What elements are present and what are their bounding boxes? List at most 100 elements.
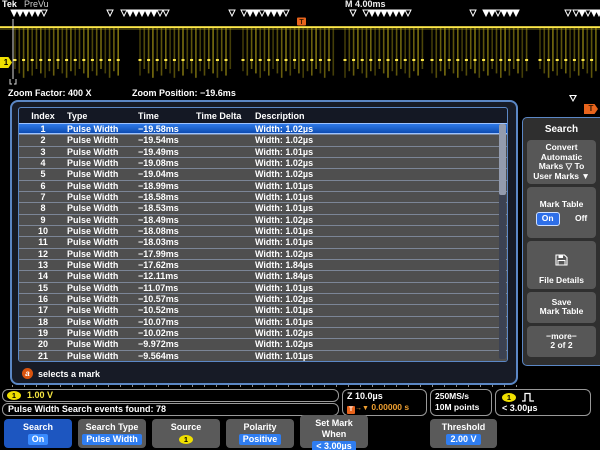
floppy-disk-icon	[555, 254, 568, 266]
table-scrollbar[interactable]	[499, 124, 506, 359]
footer-hint-text: selects a mark	[38, 369, 100, 379]
search-mark-triangles	[11, 10, 600, 16]
table-row[interactable]: 5Pulse Width−19.04msWidth: 1.02µs	[19, 168, 507, 179]
polarity-value: Positive	[239, 434, 282, 445]
table-row[interactable]: 18Pulse Width−10.07msWidth: 1.01µs	[19, 316, 507, 327]
waveform-high-level	[0, 26, 600, 28]
mark-table-off-option[interactable]: Off	[575, 214, 587, 224]
table-row[interactable]: 19Pulse Width−10.02msWidth: 1.02µs	[19, 327, 507, 338]
table-row[interactable]: 20Pulse Width−9.972msWidth: 1.02µs	[19, 338, 507, 349]
cell-time: −18.08ms	[138, 226, 196, 236]
set-mark-when-value: < 3.00µs	[312, 441, 355, 450]
cell-index: 19	[19, 328, 67, 338]
cell-type: Pulse Width	[67, 249, 138, 259]
cell-time: −19.54ms	[138, 135, 196, 145]
table-row[interactable]: 1Pulse Width−19.58msWidth: 1.02µs	[19, 123, 507, 134]
cell-desc: Width: 1.01µs	[255, 317, 507, 327]
save-mark-table-button[interactable]: Save Mark Table	[527, 292, 596, 323]
cell-type: Pulse Width	[67, 260, 138, 270]
source-channel-badge-icon: 1	[179, 435, 193, 444]
table-row[interactable]: 8Pulse Width−18.53msWidth: 1.01µs	[19, 202, 507, 213]
table-row[interactable]: 7Pulse Width−18.58msWidth: 1.01µs	[19, 191, 507, 202]
cell-time: −17.62ms	[138, 260, 196, 270]
table-row[interactable]: 15Pulse Width−11.07msWidth: 1.01µs	[19, 282, 507, 293]
cell-desc: Width: 1.01µs	[255, 181, 507, 191]
cell-index: 2	[19, 135, 67, 145]
cell-index: 5	[19, 169, 67, 179]
trigger-position-icon: T	[584, 104, 598, 114]
cell-type: Pulse Width	[67, 203, 138, 213]
mark-table: Index Type Time Time Delta Description 1…	[18, 107, 508, 362]
more-button[interactable]: −more− 2 of 2	[527, 326, 596, 357]
cell-type: Pulse Width	[67, 317, 138, 327]
cell-desc: Width: 1.01µs	[255, 351, 507, 361]
convert-marks-button[interactable]: Convert Automatic Marks ▽ To User Marks …	[527, 140, 596, 184]
table-row[interactable]: 12Pulse Width−17.99msWidth: 1.02µs	[19, 248, 507, 259]
set-mark-when-label: Set Mark When	[300, 418, 368, 440]
cell-index: 10	[19, 226, 67, 236]
cell-desc: Width: 1.01µs	[255, 226, 507, 236]
mark-table-on-option[interactable]: On	[536, 212, 560, 226]
table-row[interactable]: 21Pulse Width−9.564msWidth: 1.01µs	[19, 350, 507, 361]
cell-desc: Width: 1.84µs	[255, 260, 507, 270]
cell-index: 4	[19, 158, 67, 168]
timebase-readout: M 4.00ms	[345, 0, 386, 9]
cell-type: Pulse Width	[67, 215, 138, 225]
table-scrollbar-thumb[interactable]	[499, 124, 506, 195]
zoom-info-bar: Zoom Factor: 400 X Zoom Position: −19.6m…	[8, 88, 274, 98]
delay-arrow-icon: →▼	[355, 405, 369, 412]
search-menu-button[interactable]: Search On	[4, 419, 72, 448]
cell-time: −9.972ms	[138, 339, 196, 349]
table-row[interactable]: 2Pulse Width−19.54msWidth: 1.02µs	[19, 134, 507, 145]
cell-desc: Width: 1.02µs	[255, 215, 507, 225]
cell-index: 12	[19, 249, 67, 259]
cell-type: Pulse Width	[67, 305, 138, 315]
cell-time: −19.49ms	[138, 147, 196, 157]
column-header-time-delta: Time Delta	[196, 111, 255, 121]
cell-type: Pulse Width	[67, 192, 138, 202]
cell-time: −19.08ms	[138, 158, 196, 168]
table-row[interactable]: 6Pulse Width−18.99msWidth: 1.01µs	[19, 180, 507, 191]
table-row[interactable]: 11Pulse Width−18.03msWidth: 1.01µs	[19, 236, 507, 247]
table-row[interactable]: 3Pulse Width−19.49msWidth: 1.01µs	[19, 146, 507, 157]
cell-time: −12.11ms	[138, 271, 196, 281]
acquisition-status: PreVu	[24, 0, 49, 9]
set-mark-when-menu-button[interactable]: Set Mark When < 3.00µs	[300, 415, 368, 448]
cell-type: Pulse Width	[67, 328, 138, 338]
cell-time: −10.07ms	[138, 317, 196, 327]
table-row[interactable]: 10Pulse Width−18.08ms Width: 1.01µs	[19, 225, 507, 236]
cell-type: Pulse Width	[67, 237, 138, 247]
cell-desc: Width: 1.02µs	[255, 135, 507, 145]
side-menu-title: Search	[523, 124, 600, 135]
cell-time: −9.564ms	[138, 351, 196, 361]
cell-type: Pulse Width	[67, 226, 138, 236]
source-menu-button[interactable]: Source 1	[152, 419, 220, 448]
threshold-menu-button[interactable]: Threshold 2.00 V	[430, 419, 497, 448]
table-row[interactable]: 14Pulse Width−12.11msWidth: 1.84µs	[19, 270, 507, 281]
cell-desc: Width: 1.01µs	[255, 203, 507, 213]
file-details-button[interactable]: File Details	[527, 241, 596, 289]
pulse-shape-icon	[521, 392, 535, 402]
cell-desc: Width: 1.01µs	[255, 147, 507, 157]
sample-rate-value: 250MS/s	[435, 391, 487, 402]
cell-desc: Width: 1.02µs	[255, 124, 507, 134]
polarity-menu-button[interactable]: Polarity Positive	[226, 419, 294, 448]
cell-index: 8	[19, 203, 67, 213]
cell-type: Pulse Width	[67, 271, 138, 281]
trigger-delay-value: 0.00000 s	[371, 402, 409, 412]
table-row[interactable]: 17Pulse Width−10.52msWidth: 1.01µs	[19, 304, 507, 315]
zoom-position-label: Zoom Position: −19.6ms	[132, 88, 236, 98]
table-row[interactable]: 9Pulse Width−18.49msWidth: 1.02µs	[19, 214, 507, 225]
cell-type: Pulse Width	[67, 169, 138, 179]
mark-table-toggle-button[interactable]: Mark Table On Off	[527, 187, 596, 238]
mark-table-header: Index Type Time Time Delta Description	[19, 108, 507, 123]
table-row[interactable]: 4Pulse Width−19.08msWidth: 1.02µs	[19, 157, 507, 168]
search-events-readout: Pulse Width Search events found: 78	[2, 403, 339, 416]
table-row[interactable]: 13Pulse Width−17.62msWidth: 1.84µs	[19, 259, 507, 270]
search-condition-readout: 1 < 3.00µs	[495, 389, 591, 416]
condition-value: < 3.00µs	[502, 403, 584, 414]
mark-table-panel: Index Type Time Time Delta Description 1…	[10, 100, 518, 385]
table-row[interactable]: 16Pulse Width−10.57msWidth: 1.02µs	[19, 293, 507, 304]
search-type-menu-button[interactable]: Search Type Pulse Width	[78, 419, 146, 448]
side-menu: Search Convert Automatic Marks ▽ To User…	[522, 117, 600, 366]
